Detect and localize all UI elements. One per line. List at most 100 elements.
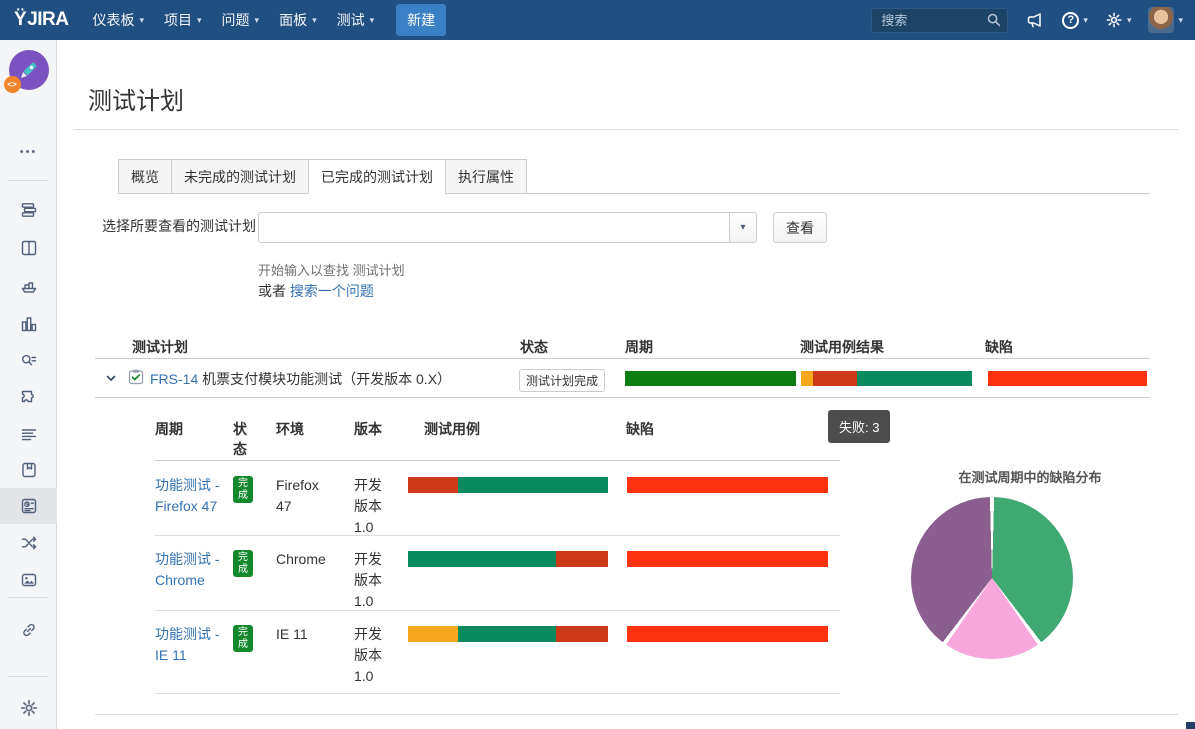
- subtable-row-divider: [155, 610, 840, 611]
- test-plan-title-line: FRS-14 机票支付模块功能测试（开发版本 0.X）: [150, 369, 451, 389]
- shuffle-icon: [19, 533, 39, 553]
- gear-icon: [19, 698, 39, 718]
- ship-icon: [19, 276, 39, 296]
- nav-issues[interactable]: 问题 ▾: [212, 0, 270, 40]
- image-icon: [19, 570, 39, 590]
- chevron-down-icon: ▾: [197, 15, 202, 26]
- search-issue-link[interactable]: 搜索一个问题: [290, 283, 374, 299]
- testplan-select-input[interactable]: [259, 213, 729, 242]
- sidebar-divider: [8, 180, 48, 181]
- text-lines-icon: [19, 425, 39, 445]
- nav-dashboards-label: 仪表板: [92, 10, 134, 30]
- cases-progress-bar[interactable]: [408, 551, 608, 567]
- col-header-cycle: 周期: [625, 337, 653, 357]
- admin-settings-menu[interactable]: ▾: [1105, 11, 1132, 29]
- col-header-defects: 缺陷: [985, 337, 1013, 357]
- subcol-header-cycle: 周期: [155, 419, 183, 439]
- nav-tests-label: 测试: [337, 10, 365, 30]
- subcol-header-environment: 环境: [276, 419, 304, 439]
- results-progress-bar[interactable]: [801, 371, 972, 386]
- subcol-header-version: 版本: [354, 419, 382, 439]
- or-search-line: 或者 搜索一个问题: [258, 281, 374, 301]
- sidebar-item-pages[interactable]: [0, 452, 57, 488]
- subtable-row-divider: [155, 535, 840, 536]
- cycle-link[interactable]: 功能测试 - Firefox 47: [155, 475, 227, 517]
- tab-incomplete-test-plans[interactable]: 未完成的测试计划: [171, 159, 308, 194]
- create-button[interactable]: 新建: [396, 4, 446, 36]
- sidebar-divider: [8, 597, 48, 598]
- cycle-link[interactable]: 功能测试 - IE 11: [155, 624, 227, 666]
- defects-progress-bar[interactable]: [627, 626, 828, 642]
- project-badge-icon: <>: [4, 76, 21, 93]
- subcol-header-test-cases: 测试用例: [424, 419, 480, 439]
- jira-app: Ÿ JIRA 仪表板 ▾ 项目 ▾ 问题 ▾ 面板 ▾ 测试 ▾ 新建: [0, 0, 1195, 729]
- cycle-status-text: 完成: [238, 627, 249, 651]
- tab-execution-attributes[interactable]: 执行属性: [445, 159, 527, 194]
- defects-progress-bar[interactable]: [627, 551, 828, 567]
- sidebar-item-shortcut-link[interactable]: [0, 612, 57, 648]
- tab-overview[interactable]: 概览: [118, 159, 171, 194]
- tab-completed-test-plans[interactable]: 已完成的测试计划: [308, 159, 445, 194]
- footer-logo-fragment: [1186, 722, 1195, 729]
- sidebar-item-settings[interactable]: [0, 690, 57, 726]
- view-button[interactable]: 查看: [773, 212, 827, 243]
- chevron-down-icon: ▾: [740, 222, 745, 233]
- jira-logo-icon: Ÿ: [14, 9, 26, 31]
- nav-projects-label: 项目: [164, 10, 192, 30]
- select-dropdown-button[interactable]: ▾: [729, 213, 756, 242]
- cases-progress-bar[interactable]: [408, 626, 608, 642]
- sidebar-more-button[interactable]: •••: [20, 146, 38, 158]
- sidebar-item-addons[interactable]: [0, 380, 57, 416]
- board-columns-icon: [19, 238, 39, 258]
- nav-dashboards[interactable]: 仪表板 ▾: [82, 0, 154, 40]
- help-menu[interactable]: ? ▾: [1062, 12, 1088, 29]
- cycle-status-badge: 完成: [233, 550, 253, 577]
- cycle-status-text: 完成: [238, 552, 249, 576]
- testplan-select: ▾: [258, 212, 757, 243]
- cycle-status-text: 完成: [238, 478, 249, 502]
- subtable-header-divider: [155, 460, 840, 461]
- cycle-link[interactable]: 功能测试 - Chrome: [155, 549, 227, 591]
- sidebar-item-releases[interactable]: [0, 268, 57, 304]
- row-expand-toggle[interactable]: [105, 372, 117, 384]
- table-header-divider: [95, 358, 1150, 359]
- sidebar-item-reports[interactable]: [0, 306, 57, 342]
- subtable-bottom-divider: [155, 693, 840, 694]
- pie-chart-title: 在测试周期中的缺陷分布: [890, 467, 1170, 486]
- test-plan-key-link[interactable]: FRS-14: [150, 371, 198, 387]
- help-icon: ?: [1062, 12, 1079, 29]
- jira-logo[interactable]: Ÿ JIRA: [14, 9, 68, 31]
- cycle-environment: Firefox 47: [276, 475, 338, 517]
- tab-bar: 概览 未完成的测试计划 已完成的测试计划 执行属性: [118, 161, 1150, 194]
- sidebar-item-board[interactable]: [0, 230, 57, 266]
- cases-progress-bar[interactable]: [408, 477, 608, 493]
- nav-projects[interactable]: 项目 ▾: [154, 0, 212, 40]
- chevron-down-icon: ▾: [139, 15, 144, 26]
- sidebar-item-backlog[interactable]: [0, 192, 57, 228]
- nav-boards[interactable]: 面板 ▾: [269, 0, 327, 40]
- search-icon[interactable]: [986, 12, 1002, 28]
- chevron-down-icon: [105, 372, 117, 384]
- gear-icon: [1105, 11, 1123, 29]
- sidebar-item-test-reports[interactable]: [0, 488, 57, 524]
- subcol-header-status: 状态: [233, 419, 251, 459]
- user-menu[interactable]: ▾: [1148, 7, 1183, 33]
- cycle-progress-bar[interactable]: [625, 371, 796, 386]
- hover-tooltip: 失败: 3: [828, 410, 890, 443]
- chevron-down-icon: ▾: [1178, 15, 1183, 26]
- feedback-megaphone-icon[interactable]: [1025, 10, 1045, 30]
- sidebar-item-shuffle[interactable]: [0, 525, 57, 561]
- sidebar-item-media[interactable]: [0, 562, 57, 598]
- project-avatar[interactable]: <>: [9, 50, 49, 90]
- sidebar-item-components[interactable]: [0, 417, 57, 453]
- main-content: 测试计划 概览 未完成的测试计划 已完成的测试计划 执行属性 选择所要查看的测试…: [57, 0, 1195, 729]
- nav-tests[interactable]: 测试 ▾: [327, 0, 385, 40]
- or-prefix: 或者: [258, 283, 286, 299]
- nav-boards-label: 面板: [279, 10, 307, 30]
- defects-progress-bar[interactable]: [988, 371, 1147, 386]
- defect-distribution-pie-chart[interactable]: [911, 497, 1073, 659]
- test-plan-icon: [128, 369, 144, 385]
- defects-progress-bar[interactable]: [627, 477, 828, 493]
- sidebar-item-issues-search[interactable]: [0, 343, 57, 379]
- chevron-down-icon: ▾: [1083, 15, 1088, 26]
